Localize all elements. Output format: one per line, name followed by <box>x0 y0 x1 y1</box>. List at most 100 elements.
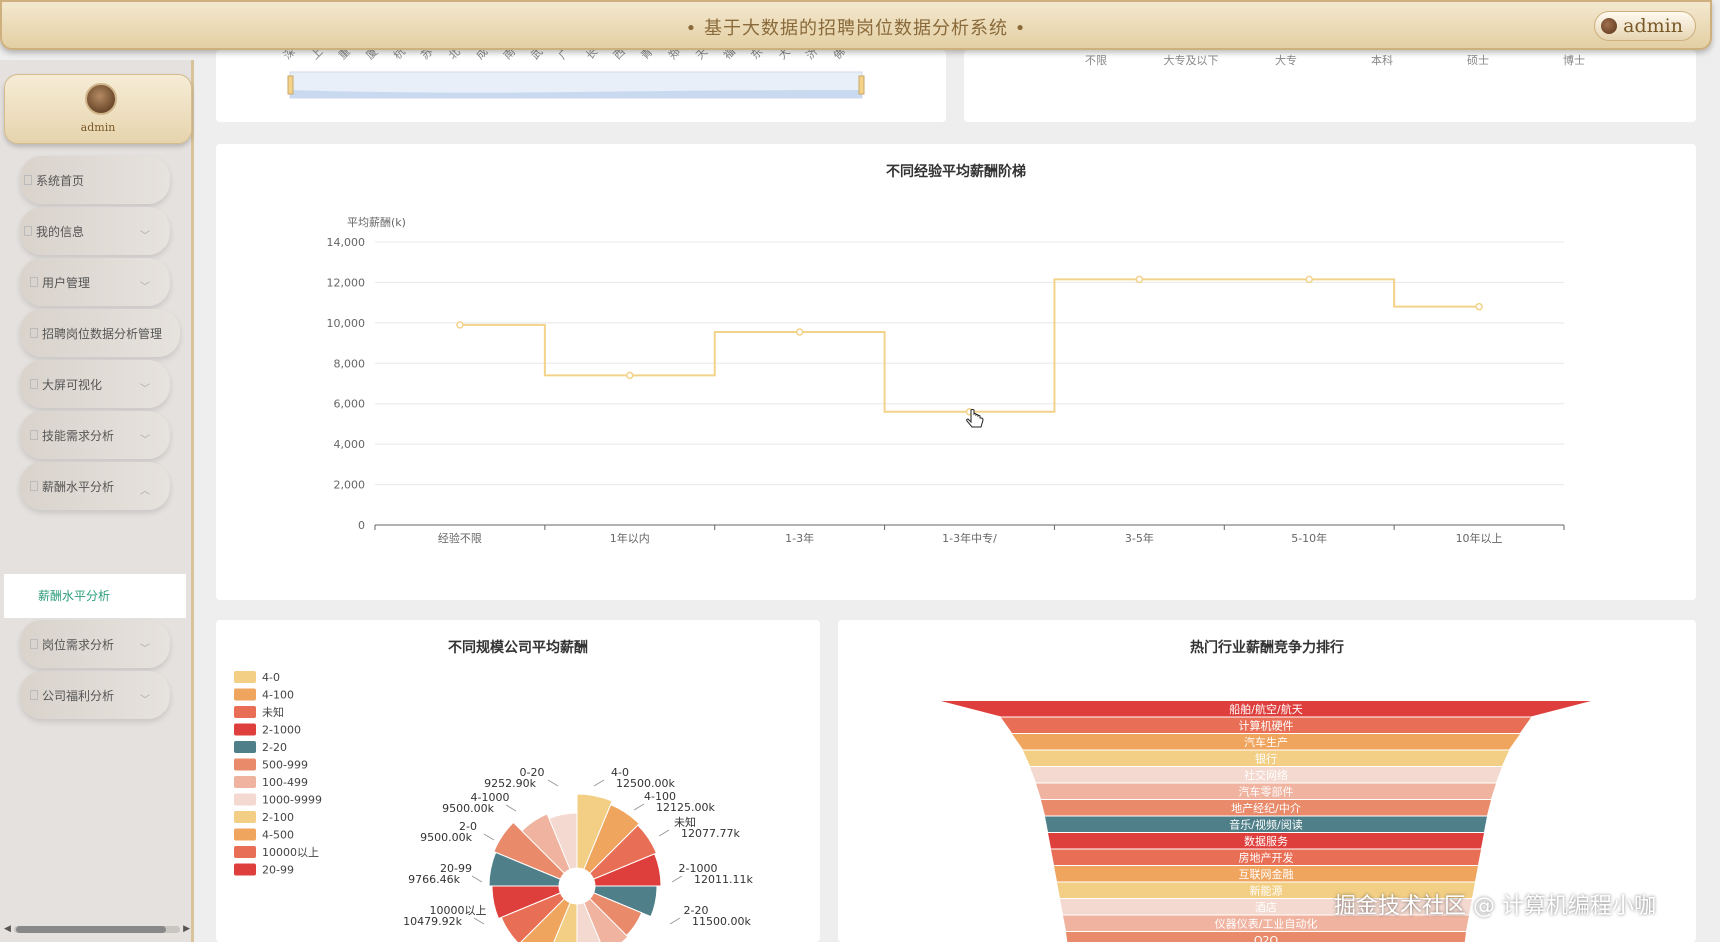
legend-label[interactable]: 2-1000 <box>262 724 301 737</box>
chevron-up-icon: ︿ <box>140 486 150 497</box>
experience-salary-panel: 不同经验平均薪酬阶梯 平均薪酬(k) 0 2,000 4,000 6,000 8,000 1… <box>216 144 1696 600</box>
user-menu-button[interactable]: admin <box>1594 11 1696 41</box>
y-tick-label: 8,000 <box>334 357 366 370</box>
legend-label[interactable]: 未知 <box>262 705 284 719</box>
city-axis-label: 青 <box>638 50 655 62</box>
pie-chart: 4-0 4-100 未知 2-1000 2-20 500-999 100-499 1000-9… <box>234 671 753 942</box>
label-leader-line <box>671 875 683 883</box>
y-tick-label: 4,000 <box>334 438 366 451</box>
watermark-text: 掘金技术社区 @ 计算机编程小咖 <box>1334 894 1656 919</box>
city-axis-label: 西 <box>611 50 628 62</box>
city-axis-label: 福 <box>720 50 738 62</box>
city-axis-label: 南 <box>501 50 518 62</box>
education-axis-label: 博士 <box>1563 54 1585 67</box>
pie-label-value: 9500.00k <box>420 831 472 844</box>
funnel-bar-label: 计算机硬件 <box>1239 719 1294 733</box>
chart-title: 不同规模公司平均薪酬 <box>448 640 588 656</box>
funnel-bar-label: 社交网络 <box>1244 768 1288 782</box>
legend-label[interactable]: 10000以上 <box>262 846 319 859</box>
funnel-bar-label: O2O <box>1254 934 1279 942</box>
x-tick-label: 3-5年 <box>1125 531 1154 545</box>
legend-label[interactable]: 1000-9999 <box>262 794 322 807</box>
legend-label[interactable]: 500-999 <box>262 759 308 772</box>
sidebar-item-salary-analysis[interactable]: 薪酬水平分析 ︿ <box>20 462 170 510</box>
legend-swatch[interactable] <box>234 863 256 876</box>
data-point[interactable] <box>1475 302 1483 311</box>
label-leader-line <box>505 804 517 812</box>
city-axis-label: 成 <box>473 50 490 62</box>
legend-swatch[interactable] <box>234 846 256 858</box>
sidebar-item-label: 系统首页 <box>36 173 85 188</box>
menu-box-icon <box>24 175 32 185</box>
scroll-thumb[interactable] <box>16 926 166 933</box>
legend-label[interactable]: 100-499 <box>262 776 308 789</box>
legend-swatch[interactable] <box>234 741 256 753</box>
sidebar-item-home[interactable]: 系统首页 <box>20 156 170 204</box>
legend-label[interactable]: 20-99 <box>262 864 294 877</box>
x-tick-label: 经验不限 <box>438 531 482 545</box>
funnel-bar-label: 银行 <box>1255 752 1277 766</box>
legend-swatch[interactable] <box>234 706 256 718</box>
city-axis-label: 郑 <box>665 50 683 62</box>
city-axis-label: 上 <box>308 50 325 62</box>
chevron-down-icon: ﹀ <box>140 231 150 242</box>
legend-swatch[interactable] <box>234 811 256 823</box>
legend-label[interactable]: 4-500 <box>262 829 294 842</box>
sidebar-item-label: 技能需求分析 <box>42 428 115 443</box>
pie-label-value: 12125.00k <box>656 801 715 814</box>
sidebar-item-user-management[interactable]: 用户管理 ﹀ <box>20 258 170 306</box>
datazoom-left-handle[interactable] <box>287 75 294 95</box>
y-tick-label: 2,000 <box>334 479 366 492</box>
sidebar-item-label: 我的信息 <box>36 224 85 239</box>
legend-swatch[interactable] <box>234 793 256 806</box>
pie-label-value: 9500.00k <box>442 802 494 815</box>
sidebar-horizontal-scrollbar[interactable]: ◀ ▶ <box>4 924 190 934</box>
sidebar-item-job-data-management[interactable]: 招聘岗位数据分析管理 <box>20 309 180 357</box>
legend-swatch[interactable] <box>234 776 256 788</box>
sidebar-item-big-screen[interactable]: 大屏可视化 ﹀ <box>20 360 170 408</box>
education-chart-svg: 不限 大专及以下 大专 本科 硕士 博士 <box>1085 53 1585 67</box>
y-tick-label: 12,000 <box>327 276 366 289</box>
data-point[interactable] <box>1135 275 1144 284</box>
chevron-down-icon: ﹀ <box>140 384 150 395</box>
legend-label[interactable]: 4-100 <box>262 689 294 702</box>
city-axis-label: 深 <box>281 50 298 62</box>
funnel-bar-label: 船舶/航空/航天 <box>1229 702 1302 716</box>
scroll-left-icon[interactable]: ◀ <box>4 924 11 934</box>
profile-card[interactable]: admin <box>4 74 192 144</box>
chevron-down-icon: ﹀ <box>140 435 150 446</box>
funnel-bar-label: 地产经纪/中介 <box>1231 801 1301 815</box>
data-point[interactable] <box>626 371 634 380</box>
legend-label[interactable]: 4-0 <box>262 671 280 684</box>
data-point[interactable] <box>795 328 804 336</box>
legend-swatch[interactable] <box>234 758 256 771</box>
menu-box-icon <box>30 690 38 700</box>
sidebar-item-job-demand[interactable]: 岗位需求分析 ﹀ <box>20 620 170 668</box>
legend-swatch[interactable] <box>234 671 256 683</box>
city-axis-label: 厦 <box>363 50 380 62</box>
chevron-down-icon: ﹀ <box>140 695 150 706</box>
city-axis-label: 北 <box>446 50 463 62</box>
sidebar-item-label: 岗位需求分析 <box>42 637 115 652</box>
avatar <box>85 83 117 115</box>
data-point[interactable] <box>1305 275 1313 284</box>
sidebar-item-my-info[interactable]: 我的信息 ﹀ <box>20 207 170 255</box>
pie-label-value: 9766.46k <box>408 873 460 886</box>
label-leader-line <box>669 917 681 925</box>
legend-swatch[interactable] <box>234 828 256 841</box>
sidebar-item-label: 公司福利分析 <box>42 688 115 703</box>
legend-swatch[interactable] <box>234 723 256 736</box>
legend-swatch[interactable] <box>234 688 256 701</box>
sidebar-subitem-salary-level[interactable]: 薪酬水平分析 <box>4 574 186 618</box>
sidebar-item-benefits[interactable]: 公司福利分析 ﹀ <box>20 671 170 719</box>
funnel-bar-label: 汽车生产 <box>1244 735 1288 749</box>
pie-label-value: 10479.92k <box>403 915 462 928</box>
pie-label-value: 12500.00k <box>616 777 675 790</box>
legend-label[interactable]: 2-20 <box>262 741 287 754</box>
sidebar-item-skill-analysis[interactable]: 技能需求分析 ﹀ <box>20 411 170 459</box>
city-axis-label: 天 <box>693 50 710 62</box>
scroll-right-icon[interactable]: ▶ <box>183 924 190 934</box>
datazoom-right-handle[interactable] <box>858 75 865 95</box>
legend-label[interactable]: 2-100 <box>262 811 294 824</box>
data-point[interactable] <box>456 321 464 329</box>
